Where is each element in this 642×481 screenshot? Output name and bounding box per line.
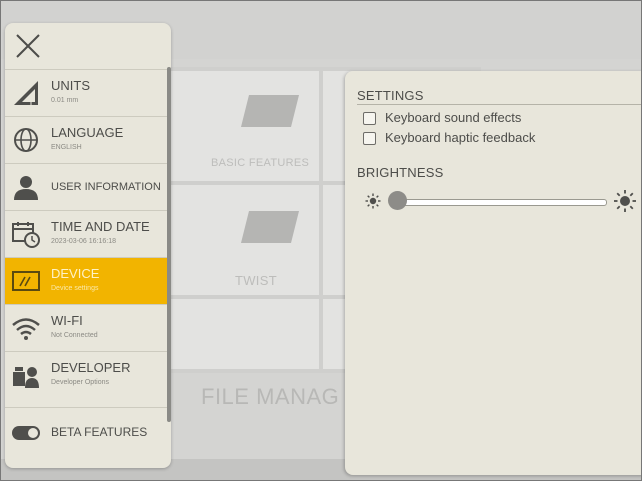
keyboard-haptic-feedback-option[interactable]: Keyboard haptic feedback [363,130,583,147]
menu-item-sublabel: Developer Options [51,379,109,386]
menu-item-label: BETA FEATURES [51,425,148,439]
menu-item-beta-features[interactable]: BETA FEATURES [5,407,167,458]
close-button[interactable] [13,31,45,63]
menu-item-language[interactable]: LANGUAGE ENGLISH [5,116,167,163]
menu-item-wifi[interactable]: WI-FI Not Connected [5,304,167,351]
calendar-clock-icon [12,222,40,248]
menu-item-time-and-date[interactable]: TIME AND DATE 2023-03-06 16:16:18 [5,210,167,257]
menu-item-label: WI-FI [51,313,83,328]
menu-item-label: TIME AND DATE [51,219,150,234]
sun-large-icon [614,190,636,212]
menu-item-units[interactable]: UNITS 0.01 mm [5,69,167,116]
menu-scrollbar[interactable] [167,67,171,422]
globe-icon [14,128,38,152]
settings-menu: UNITS 0.01 mm LANGUAGE ENGLISH USER INFO… [5,23,171,468]
device-screen-icon [12,271,40,291]
close-x-icon [16,34,40,58]
keyboard-haptic-feedback-label: Keyboard haptic feedback [385,130,536,145]
background-tile-label: BASIC FEATURES [211,157,310,169]
wifi-icon [12,318,40,340]
background-tile [155,299,319,369]
menu-item-user-information[interactable]: USER INFORMATION [5,163,167,210]
menu-item-label: DEVELOPER [51,360,131,375]
brightness-slider-thumb[interactable] [388,191,407,210]
menu-item-label: UNITS [51,78,90,93]
menu-item-sublabel: 2023-03-06 16:16:18 [51,238,116,245]
menu-item-label: DEVICE [51,266,100,281]
background-tile-basic: BASIC FEATURES [155,71,319,181]
app-window: BASIC FEATURES TWIST FILE MANAG UNITS 0.… [0,0,642,481]
menu-item-label: USER INFORMATION [51,181,161,193]
brightness-title: BRIGHTNESS [357,165,444,180]
settings-title: SETTINGS [357,88,424,103]
toggle-icon [12,426,40,440]
menu-item-developer[interactable]: DEVELOPER Developer Options [5,351,167,398]
menu-item-sublabel: 0.01 mm [51,97,79,104]
device-settings-panel: SETTINGS Keyboard sound effects Keyboard… [345,71,641,475]
keyboard-sound-effects-label: Keyboard sound effects [385,110,522,125]
settings-divider [357,104,641,105]
menu-item-sublabel: Not Connected [51,332,98,339]
developer-icon [13,367,39,388]
menu-item-label: LANGUAGE [51,125,124,140]
background-tile-twist: TWIST [155,185,319,295]
user-icon [14,176,38,200]
background-tile-icon [241,211,299,243]
background-file-manager-label: FILE MANAG [201,384,340,409]
keyboard-sound-effects-checkbox[interactable] [363,112,376,125]
menu-item-device[interactable]: DEVICE Device settings [5,257,167,304]
sun-small-icon [365,193,381,209]
background-tile-icon [241,95,299,127]
keyboard-haptic-feedback-checkbox[interactable] [363,132,376,145]
menu-item-sublabel: ENGLISH [51,144,82,151]
brightness-slider-track[interactable] [397,199,607,206]
ruler-triangle-icon [14,81,38,105]
menu-item-sublabel: Device settings [51,285,99,292]
background-tile-label: TWIST [235,273,277,288]
keyboard-sound-effects-option[interactable]: Keyboard sound effects [363,110,583,127]
